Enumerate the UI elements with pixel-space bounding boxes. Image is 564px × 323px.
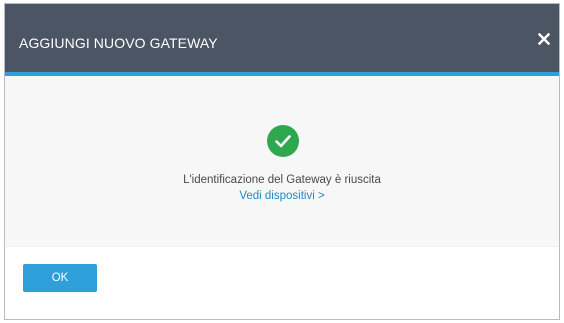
view-devices-link-wrapper: Vedi dispositivi >	[5, 189, 559, 203]
add-gateway-dialog: AGGIUNGI NUOVO GATEWAY L'identificazione…	[4, 3, 560, 320]
ok-button[interactable]: OK	[23, 264, 97, 292]
close-icon[interactable]	[536, 31, 552, 47]
view-devices-link[interactable]: Vedi dispositivi >	[239, 190, 324, 202]
dialog-header: AGGIUNGI NUOVO GATEWAY	[5, 4, 559, 72]
footer-divider	[5, 246, 559, 247]
success-message: L'identificazione del Gateway è riuscita	[183, 174, 381, 186]
dialog-title: AGGIUNGI NUOVO GATEWAY	[19, 35, 218, 51]
check-circle-icon	[267, 125, 299, 157]
dialog-body: L'identificazione del Gateway è riuscita…	[5, 76, 559, 246]
